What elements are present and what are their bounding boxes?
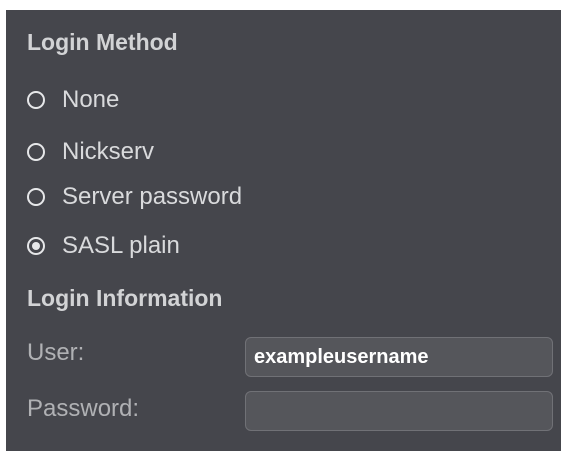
- radio-button-icon[interactable]: [27, 188, 45, 206]
- login-information-heading: Login Information: [27, 285, 223, 311]
- password-label: Password:: [27, 395, 140, 422]
- radio-button-icon[interactable]: [27, 143, 45, 161]
- radio-option-nickserv[interactable]: Nickserv: [27, 137, 154, 167]
- login-method-heading: Login Method: [27, 29, 178, 55]
- radio-label-nickserv[interactable]: Nickserv: [62, 138, 154, 166]
- radio-label-server-password[interactable]: Server password: [62, 183, 242, 211]
- radio-button-icon[interactable]: [27, 91, 45, 109]
- radio-label-none[interactable]: None: [62, 86, 119, 114]
- radio-option-sasl-plain[interactable]: SASL plain: [27, 231, 180, 261]
- radio-label-sasl-plain[interactable]: SASL plain: [62, 232, 180, 260]
- radio-button-icon[interactable]: [27, 237, 45, 255]
- user-label: User:: [27, 339, 85, 366]
- user-input[interactable]: [245, 337, 553, 377]
- radio-option-none[interactable]: None: [27, 85, 119, 115]
- password-input[interactable]: [245, 391, 553, 431]
- radio-option-server-password[interactable]: Server password: [27, 182, 242, 212]
- login-settings-panel: Login Method None Nickserv Server passwo…: [6, 10, 561, 451]
- radio-dot-icon: [32, 242, 40, 250]
